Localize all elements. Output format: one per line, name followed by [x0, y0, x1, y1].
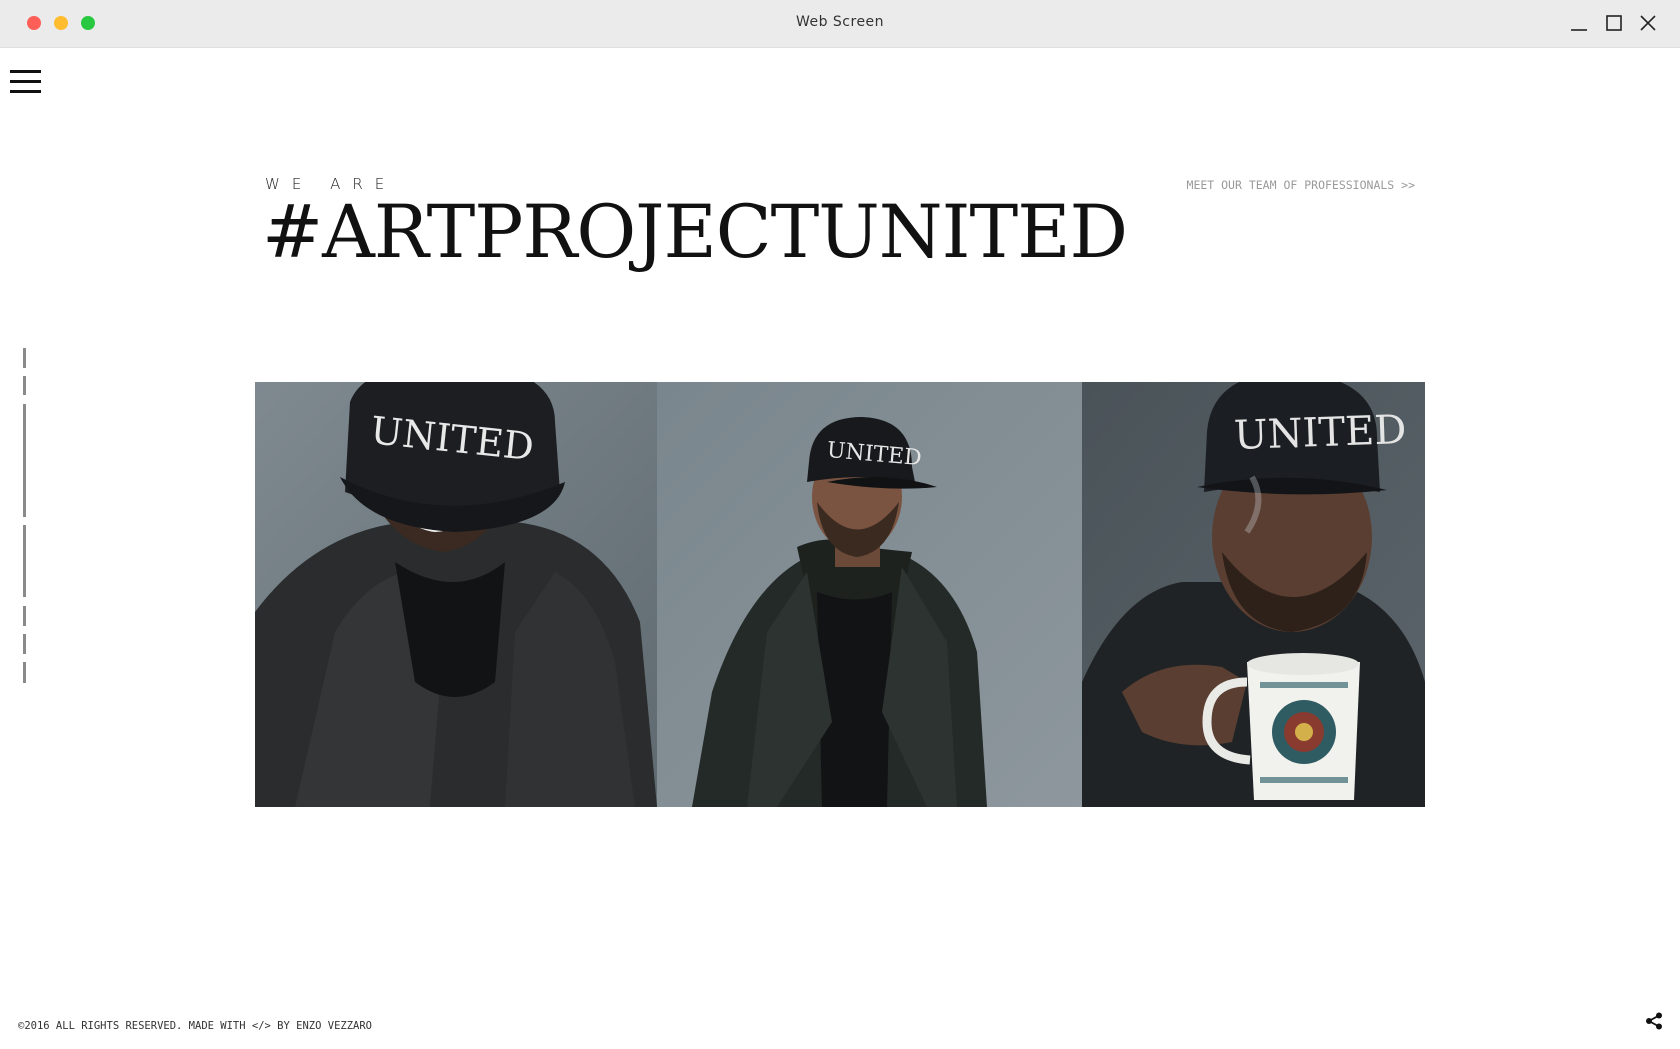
close-icon[interactable]: [1638, 13, 1658, 33]
window-title: Web Screen: [795, 14, 885, 30]
browser-window: Web Screen WE ARE #ARTPROJECTUNITED MEET…: [0, 0, 1680, 1049]
cap-logo-text: UNITED: [1233, 407, 1407, 459]
photo-gallery: UNITED UNITED UNITED: [255, 382, 1425, 807]
hero-title: #ARTPROJECTUNITED: [262, 190, 1128, 275]
scroll-segment[interactable]: [23, 634, 26, 654]
scroll-segment[interactable]: [23, 525, 26, 597]
title-bar: Web Screen: [0, 0, 1680, 48]
menu-line: [10, 70, 41, 73]
scroll-segment-active[interactable]: [23, 404, 26, 517]
meet-team-link[interactable]: MEET OUR TEAM OF PROFESSIONALS >>: [1187, 178, 1415, 192]
footer-copyright: ©2016 ALL RIGHTS RESERVED. MADE WITH </>…: [18, 1020, 373, 1032]
menu-line: [10, 80, 41, 83]
section-scroll-indicator[interactable]: [23, 348, 26, 683]
hamburger-menu-icon[interactable]: [10, 70, 41, 95]
scroll-segment[interactable]: [23, 606, 26, 626]
menu-line: [10, 90, 41, 93]
gallery-photo-1[interactable]: UNITED: [255, 382, 657, 807]
minimize-icon[interactable]: [1569, 13, 1589, 33]
scroll-segment[interactable]: [23, 376, 26, 395]
scroll-segment[interactable]: [23, 348, 26, 368]
gallery-photo-3[interactable]: UNITED: [1082, 382, 1425, 807]
gallery-photo-2[interactable]: UNITED: [657, 382, 1082, 807]
maximize-icon[interactable]: [1604, 13, 1624, 33]
scroll-segment[interactable]: [23, 662, 26, 683]
share-icon[interactable]: [1645, 1012, 1663, 1030]
